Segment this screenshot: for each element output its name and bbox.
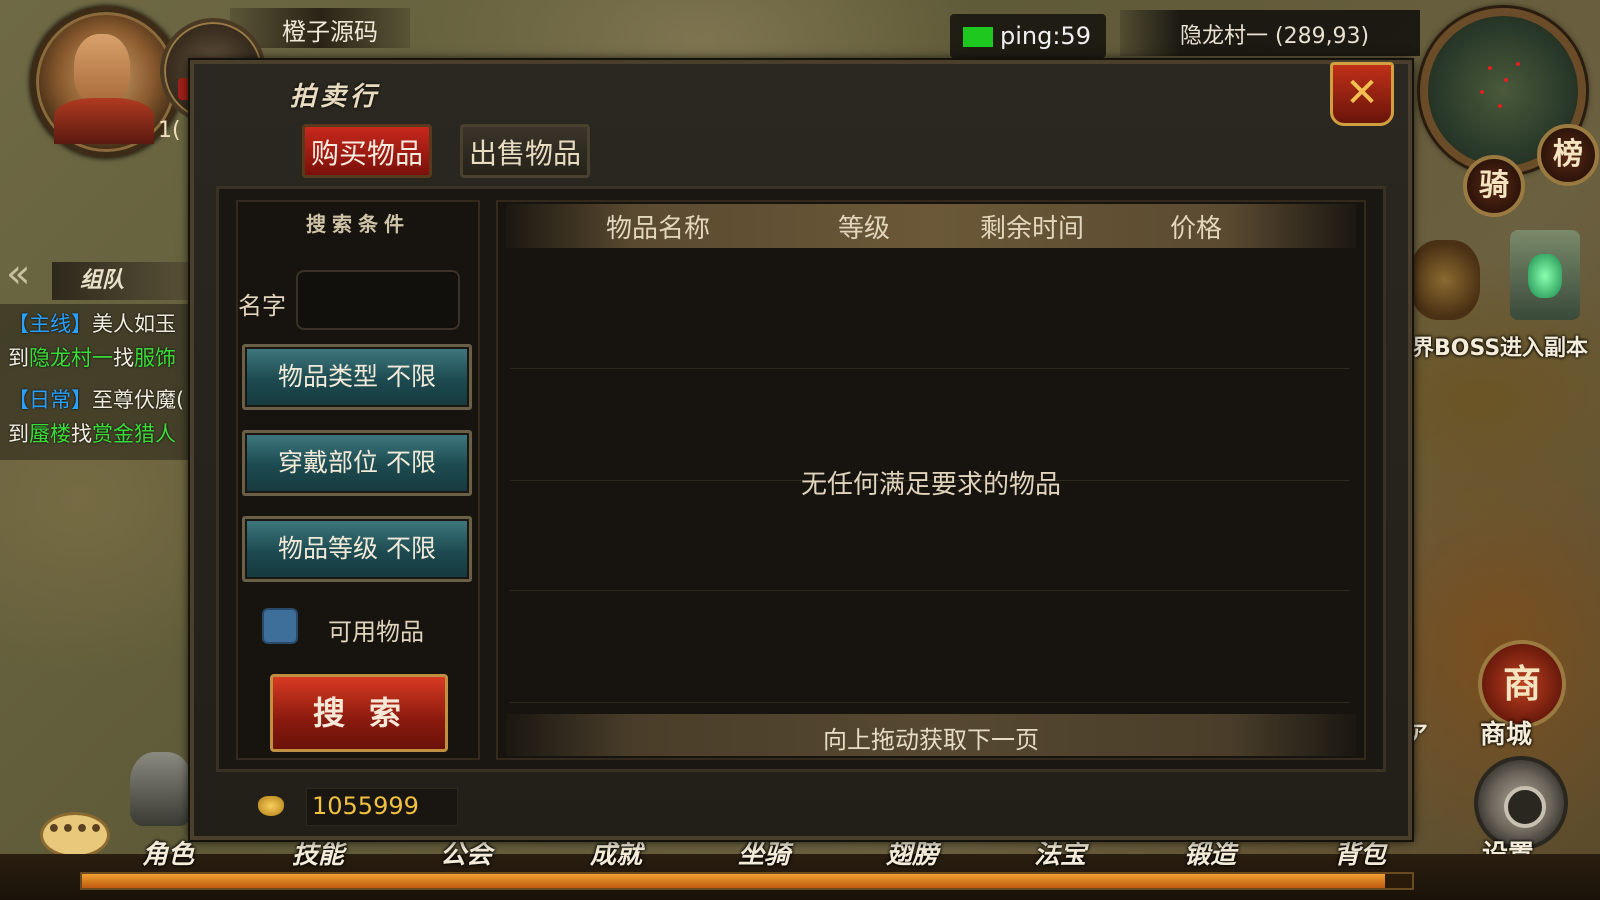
quest-line[interactable]: 到隐龙村一找服饰 <box>8 342 176 372</box>
avatar-armor <box>54 98 154 144</box>
quest-place: 隐龙村一 <box>29 346 113 370</box>
column-header-price: 价格 <box>1170 214 1223 244</box>
player-name: 橙子源码 <box>282 18 378 46</box>
row-divider <box>510 368 1350 369</box>
ping-signal-icon <box>963 27 993 47</box>
item-type-dropdown[interactable]: 物品类型 不限 <box>242 344 472 410</box>
dungeon-label: 进入副本 <box>1500 336 1589 361</box>
column-header-level: 等级 <box>838 214 891 244</box>
item-level-dropdown[interactable]: 物品等级 不限 <box>242 516 472 582</box>
row-divider <box>510 702 1350 703</box>
minimap-enemy-dot <box>1488 66 1492 70</box>
quest-tag: 【主线】 <box>8 312 92 336</box>
quest-line[interactable]: 【日常】至尊伏魔( <box>8 384 184 414</box>
player-level: 1( <box>158 118 181 143</box>
dungeon-portal-icon[interactable] <box>1510 230 1580 320</box>
helmet-icon[interactable] <box>130 752 192 826</box>
next-page-hint: 向上拖动获取下一页 <box>823 726 1039 754</box>
quest-text: 到 <box>8 422 29 446</box>
world-boss-label: 界BOSS <box>1412 336 1501 361</box>
tab-character[interactable]: 角色 <box>142 834 194 871</box>
equip-slot-dropdown[interactable]: 穿戴部位 不限 <box>242 430 472 496</box>
shop-label: 商城 <box>1480 720 1533 750</box>
quest-text: 找 <box>71 422 92 446</box>
minimap-enemy-dot <box>1498 104 1502 108</box>
mount-button[interactable]: 骑 <box>1463 155 1525 217</box>
quest-title: 美人如玉 <box>92 312 176 336</box>
row-divider <box>510 590 1350 591</box>
column-header-item-name: 物品名称 <box>606 214 711 244</box>
chat-button[interactable]: •••• <box>40 812 110 858</box>
experience-bar-fill <box>82 874 1385 888</box>
item-name-input[interactable] <box>296 270 460 330</box>
quest-line[interactable]: 到蜃楼找赏金猎人 <box>8 418 176 448</box>
quest-place: 蜃楼 <box>29 422 71 446</box>
usable-items-checkbox[interactable] <box>262 608 298 644</box>
avatar-face <box>74 34 130 104</box>
minimap-enemy-dot <box>1516 62 1520 66</box>
empty-results-message: 无任何满足要求的物品 <box>800 470 1061 500</box>
gold-amount: 1055999 <box>312 792 419 820</box>
close-icon[interactable]: ✕ <box>1330 62 1394 126</box>
search-button[interactable]: 搜索 <box>270 674 448 752</box>
ping-text: ping:59 <box>1000 22 1091 50</box>
quest-tag: 【日常】 <box>8 388 92 412</box>
quest-tracker[interactable]: 【主线】美人如玉 到隐龙村一找服饰 【日常】至尊伏魔( 到蜃楼找赏金猎人 <box>0 304 192 460</box>
rank-button[interactable]: 榜 <box>1537 124 1599 186</box>
minimap-enemy-dot <box>1480 90 1484 94</box>
tab-buy-items[interactable]: 购买物品 <box>302 124 432 178</box>
tab-sell-items[interactable]: 出售物品 <box>460 124 590 178</box>
quest-text: 找 <box>113 346 134 370</box>
gold-ingot-icon <box>258 796 284 816</box>
map-location: 隐龙村一 (289,93) <box>1180 24 1370 49</box>
collapse-panel-button[interactable]: « <box>6 254 30 294</box>
column-header-time-left: 剩余时间 <box>980 214 1085 244</box>
quest-text: 到 <box>8 346 29 370</box>
name-label: 名字 <box>238 292 286 320</box>
quest-target: 服饰 <box>134 346 176 370</box>
gear-hub <box>1504 786 1546 828</box>
usable-items-label: 可用物品 <box>328 618 424 646</box>
quest-line[interactable]: 【主线】美人如玉 <box>8 308 176 338</box>
world-boss-icon[interactable] <box>1410 240 1480 320</box>
quest-title: 至尊伏魔( <box>92 388 185 412</box>
window-title: 拍卖行 <box>290 82 381 112</box>
filter-panel-title: 搜索条件 <box>306 212 410 236</box>
portal-icon <box>1528 254 1562 298</box>
quest-target: 赏金猎人 <box>92 422 176 446</box>
minimap-enemy-dot <box>1504 78 1508 82</box>
team-tab[interactable]: 组队 <box>52 262 192 300</box>
